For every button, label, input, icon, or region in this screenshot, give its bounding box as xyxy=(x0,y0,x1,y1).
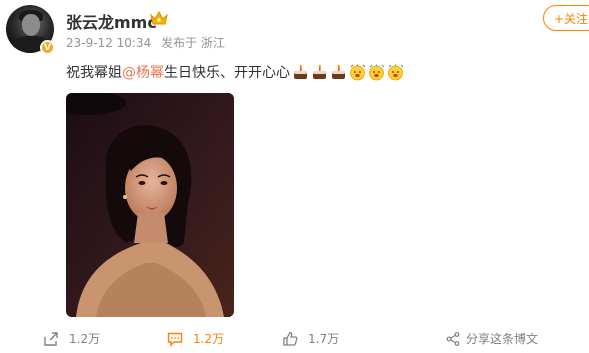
post-text-start: 祝我幂姐 xyxy=(66,65,122,81)
username[interactable]: 张云龙mmc xyxy=(66,9,157,33)
confetti-face-icon xyxy=(369,64,385,80)
mention-link[interactable]: @杨幂 xyxy=(122,62,164,82)
post-photo[interactable] xyxy=(66,93,234,317)
post-text-end: 生日快乐、开开心心 xyxy=(164,65,290,81)
like-count: 1.7万 xyxy=(308,332,340,346)
confetti-face-icon xyxy=(350,64,366,80)
thumbs-up-icon xyxy=(283,331,298,346)
verified-badge-icon: V xyxy=(40,40,55,55)
share-count: 1.2万 xyxy=(69,332,101,346)
comment-button[interactable]: 1.2万 xyxy=(167,330,224,347)
comment-count: 1.2万 xyxy=(193,332,225,346)
cake-icon xyxy=(332,64,345,79)
confetti-face-icon xyxy=(388,64,404,80)
post-meta: 23-9-12 10:34 发布于 浙江 xyxy=(66,34,231,51)
post-location: 发布于 浙江 xyxy=(161,36,225,50)
post-text: 祝我幂姐 @杨幂 生日快乐、开开心心 xyxy=(66,62,404,82)
cake-icon xyxy=(313,64,326,79)
post-date[interactable]: 23-9-12 10:34 xyxy=(66,36,151,50)
share-network-icon xyxy=(446,331,460,346)
cake-icon xyxy=(294,64,307,79)
share-count-button[interactable]: 1.2万 xyxy=(43,330,100,347)
like-button[interactable]: 1.7万 xyxy=(282,330,339,347)
avatar-face xyxy=(22,14,40,36)
follow-button[interactable]: +关注 xyxy=(543,5,589,31)
share-post-label: 分享这条博文 xyxy=(466,332,539,346)
share-post-button[interactable]: 分享这条博文 xyxy=(446,330,538,347)
portrait-illustration xyxy=(66,93,234,317)
share-icon xyxy=(44,331,58,346)
comment-icon xyxy=(167,332,183,347)
action-bar: 1.2万 1.2万 1.7万 分享这条博文 xyxy=(0,326,589,350)
vip-crown-icon xyxy=(150,10,168,25)
